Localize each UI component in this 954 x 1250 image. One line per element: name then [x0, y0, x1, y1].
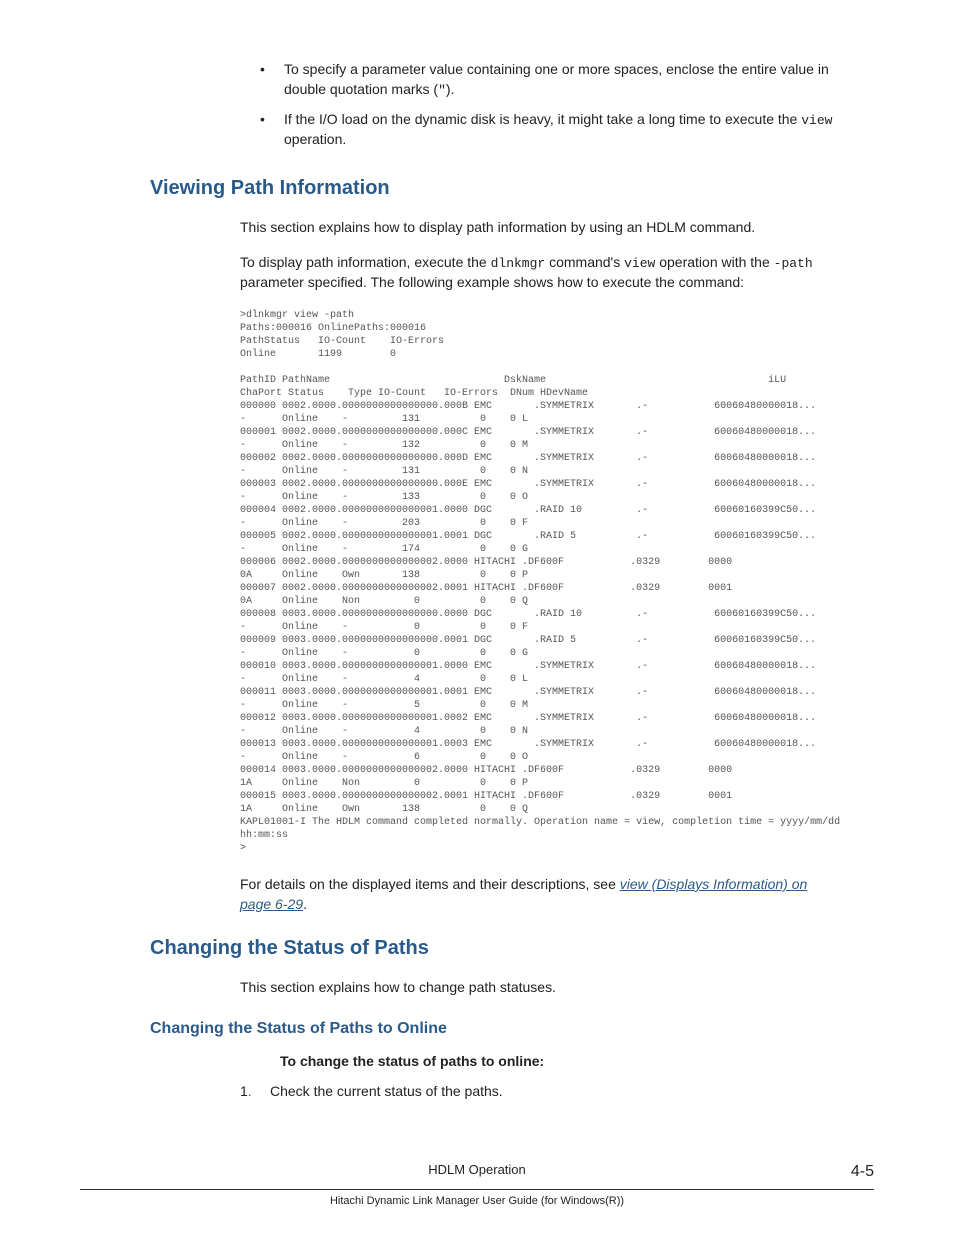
footer-chapter-title: HDLM Operation — [428, 1162, 526, 1177]
notes-list: To specify a parameter value containing … — [260, 60, 874, 150]
text: parameter specified. The following examp… — [240, 274, 744, 290]
bullet-text: ). — [446, 81, 455, 97]
procedure-title: To change the status of paths to online: — [280, 1052, 874, 1072]
code-inline: -path — [774, 256, 813, 271]
bullet-item: If the I/O load on the dynamic disk is h… — [260, 110, 874, 150]
paragraph: To display path information, execute the… — [240, 253, 834, 293]
paragraph: This section explains how to change path… — [240, 978, 834, 998]
paragraph: This section explains how to display pat… — [240, 218, 834, 238]
code-inline: dlnkmgr — [491, 256, 546, 271]
footer-chapter-row: HDLM Operation 4-5 — [80, 1161, 874, 1185]
paragraph: For details on the displayed items and t… — [240, 875, 834, 914]
procedure-list: 1. Check the current status of the paths… — [240, 1082, 874, 1102]
step-text: Check the current status of the paths. — [270, 1083, 503, 1099]
code-inline: " — [438, 83, 446, 98]
step-dot: . — [248, 1083, 252, 1099]
command-output-block: >dlnkmgr view -path Paths:000016 OnlineP… — [240, 309, 844, 855]
step-number: 1. — [240, 1082, 252, 1102]
text: For details on the displayed items and t… — [240, 876, 620, 892]
page-number: 4-5 — [851, 1161, 874, 1183]
page-footer: HDLM Operation 4-5 Hitachi Dynamic Link … — [80, 1161, 874, 1210]
text: command's — [545, 254, 624, 270]
code-inline: view — [801, 113, 832, 128]
bullet-text: operation. — [284, 131, 346, 147]
text: To display path information, execute the — [240, 254, 491, 270]
bullet-text: To specify a parameter value containing … — [284, 61, 829, 97]
heading-viewing-path-information: Viewing Path Information — [150, 174, 874, 202]
bullet-text: If the I/O load on the dynamic disk is h… — [284, 111, 801, 127]
text: . — [303, 896, 307, 912]
footer-book-title: Hitachi Dynamic Link Manager User Guide … — [80, 1194, 874, 1209]
bullet-item: To specify a parameter value containing … — [260, 60, 874, 100]
heading-changing-status-online: Changing the Status of Paths to Online — [150, 1018, 874, 1040]
procedure-step: 1. Check the current status of the paths… — [240, 1082, 874, 1102]
code-inline: view — [624, 256, 655, 271]
heading-changing-status: Changing the Status of Paths — [150, 934, 874, 962]
footer-divider — [80, 1189, 874, 1190]
text: operation with the — [655, 254, 773, 270]
